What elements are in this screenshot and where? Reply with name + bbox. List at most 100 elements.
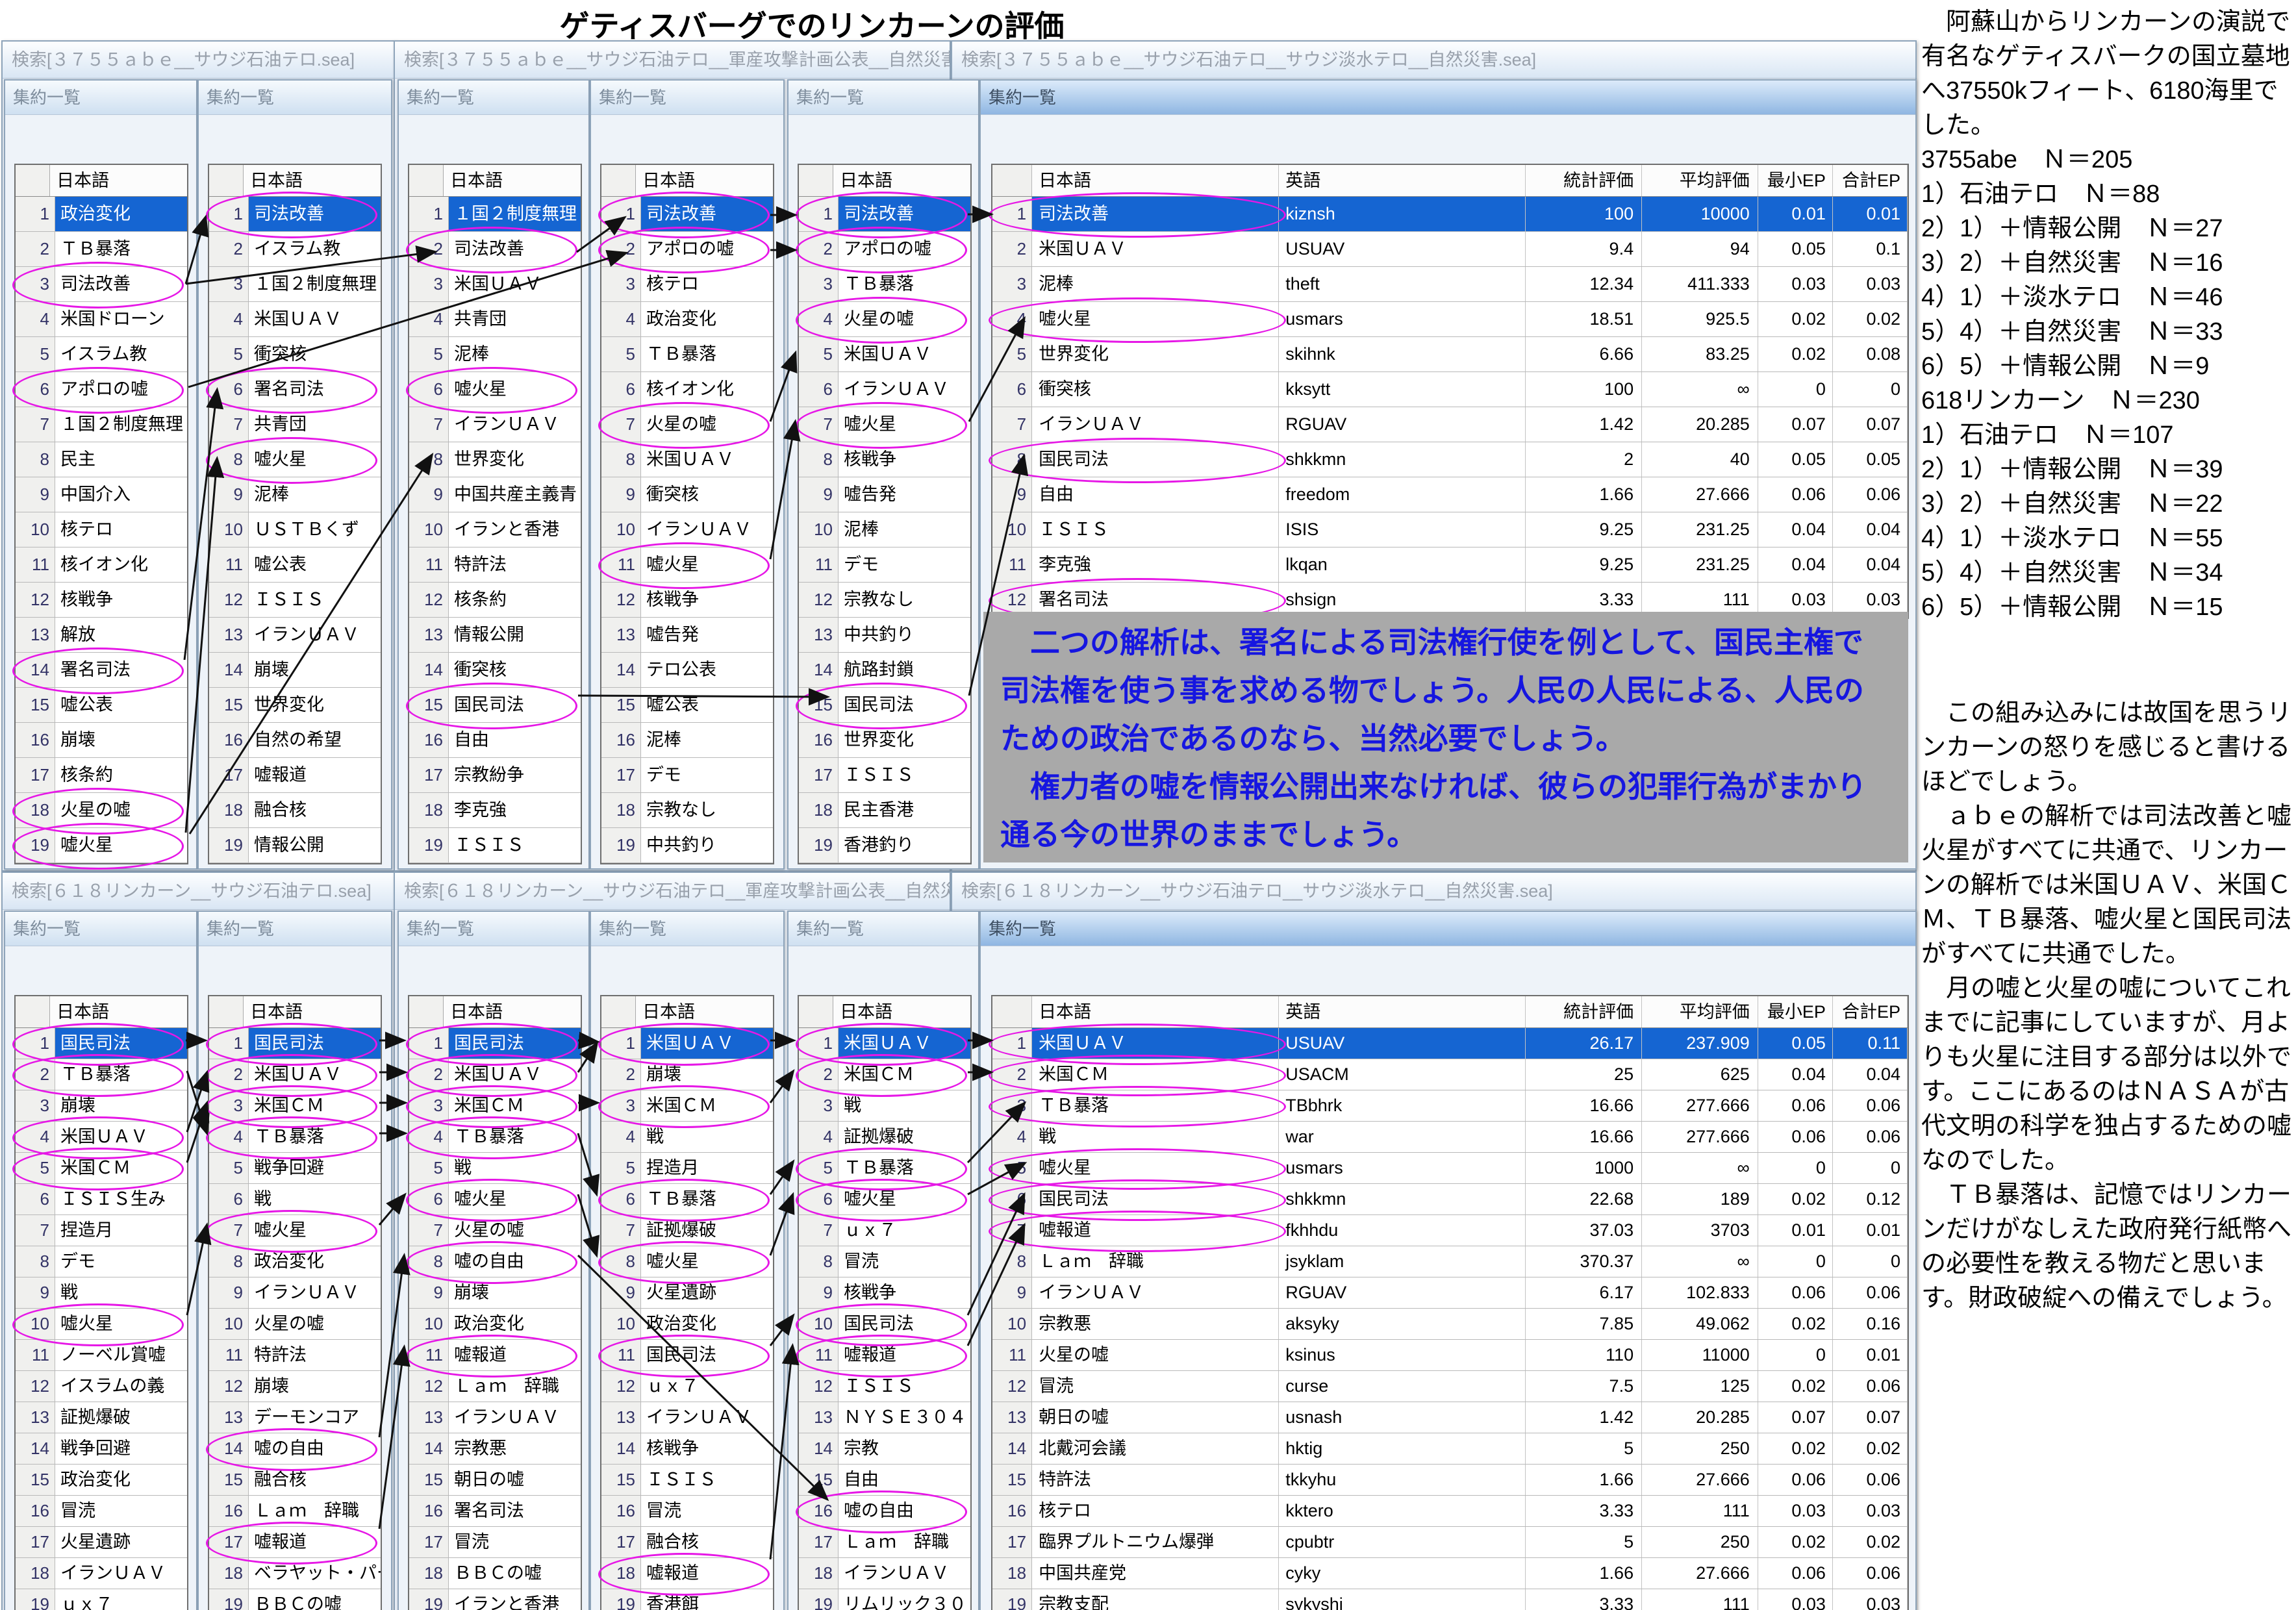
- table-row[interactable]: 7嘘報道fkhhdu37.0337030.010.01: [992, 1215, 1908, 1246]
- list-item[interactable]: 11核イオン化: [16, 547, 187, 583]
- list-item[interactable]: 18イランＵＡＶ: [16, 1558, 187, 1589]
- list-item[interactable]: 16崩壊: [16, 723, 187, 758]
- panel-caption[interactable]: 集約一覧: [591, 81, 783, 115]
- list-item[interactable]: 8米国ＵＡＶ: [601, 442, 773, 477]
- list-item[interactable]: 10イランと香港: [409, 512, 581, 547]
- list-item[interactable]: 13イランＵＡＶ: [409, 1402, 581, 1433]
- list-item[interactable]: 14嘘の自由: [209, 1433, 381, 1465]
- list-item[interactable]: 9泥棒: [209, 477, 381, 512]
- list-item[interactable]: 14戦争回避: [16, 1433, 187, 1465]
- list-item[interactable]: 1司法改善: [209, 197, 381, 232]
- list-item[interactable]: 7火星の嘘: [409, 1215, 581, 1246]
- list-item[interactable]: 5捏造月: [601, 1153, 773, 1184]
- list-item[interactable]: 1１国２制度無理: [409, 197, 581, 232]
- list-item[interactable]: 6嘘火星: [409, 372, 581, 407]
- list-item[interactable]: 4ＴＢ暴落: [209, 1122, 381, 1153]
- list-item[interactable]: 11特許法: [409, 547, 581, 583]
- list-item[interactable]: 11デモ: [799, 547, 970, 583]
- list-item[interactable]: 4共青団: [409, 302, 581, 337]
- list-item[interactable]: 3米国ＣＭ: [601, 1090, 773, 1122]
- table-row[interactable]: 3ＴＢ暴落TBbhrk16.66277.6660.060.06: [992, 1090, 1908, 1122]
- list-item[interactable]: 10嘘火星: [16, 1309, 187, 1340]
- panel-caption-active[interactable]: 集約一覧: [981, 81, 1915, 115]
- list-item[interactable]: 19リムリック３０４: [799, 1589, 970, 1610]
- table-row[interactable]: 11李克強lkqan9.25231.250.040.04: [992, 547, 1908, 583]
- list-item[interactable]: 6署名司法: [209, 372, 381, 407]
- list-item[interactable]: 11嘘公表: [209, 547, 381, 583]
- list-item[interactable]: 3米国ＣＭ: [409, 1090, 581, 1122]
- table-row[interactable]: 6国民司法shkkmn22.681890.020.12: [992, 1184, 1908, 1215]
- table-row[interactable]: 2米国ＵＡＶUSUAV9.4940.050.1: [992, 232, 1908, 267]
- table-row[interactable]: 14北戴河会議hktig52500.020.02: [992, 1433, 1908, 1465]
- list-item[interactable]: 18ベラヤット・パーク: [209, 1558, 381, 1589]
- list-item[interactable]: 2アポロの嘘: [601, 232, 773, 267]
- window-title-bar[interactable]: 検索[３７５５ａｂｅ__サウジ石油テロ__サウジ淡水テロ__自然災害.sea]: [952, 42, 1915, 79]
- list-item[interactable]: 3戦: [799, 1090, 970, 1122]
- list-item[interactable]: 8核戦争: [799, 442, 970, 477]
- list-item[interactable]: 15融合核: [209, 1465, 381, 1496]
- list-item[interactable]: 5衝突核: [209, 337, 381, 372]
- list-item[interactable]: 3核テロ: [601, 267, 773, 302]
- panel-caption[interactable]: 集約一覧: [788, 81, 978, 115]
- list-item[interactable]: 15国民司法: [799, 688, 970, 723]
- list-item[interactable]: 11嘘報道: [799, 1340, 970, 1371]
- list-item[interactable]: 14宗教悪: [409, 1433, 581, 1465]
- list-item[interactable]: 18宗教なし: [601, 793, 773, 828]
- table-row[interactable]: 5世界変化skihnk6.6683.250.020.08: [992, 337, 1908, 372]
- list-item[interactable]: 6核イオン化: [601, 372, 773, 407]
- list-item[interactable]: 4ＴＢ暴落: [409, 1122, 581, 1153]
- list-item[interactable]: 6嘘火星: [799, 1184, 970, 1215]
- panel-caption[interactable]: 集約一覧: [199, 81, 391, 115]
- list-item[interactable]: 12Ｌａｍ 辞職: [409, 1371, 581, 1402]
- panel-caption-active[interactable]: 集約一覧: [981, 912, 1915, 946]
- list-item[interactable]: 16嘘の自由: [799, 1496, 970, 1527]
- list-item[interactable]: 16署名司法: [409, 1496, 581, 1527]
- list-item[interactable]: 2司法改善: [409, 232, 581, 267]
- list-item[interactable]: 9崩壊: [409, 1277, 581, 1309]
- list-item[interactable]: 2アポロの嘘: [799, 232, 970, 267]
- list-item[interactable]: 11嘘火星: [601, 547, 773, 583]
- list-item[interactable]: 12崩壊: [209, 1371, 381, 1402]
- list-item[interactable]: 10イランＵＡＶ: [601, 512, 773, 547]
- window-title-bar[interactable]: 検索[６１８リンカーン__サウジ石油テロ.sea]: [3, 873, 394, 910]
- list-item[interactable]: 19香港釣り: [799, 828, 970, 863]
- list-item[interactable]: 19香港餌: [601, 1589, 773, 1610]
- list-item[interactable]: 19イランと香港: [409, 1589, 581, 1610]
- list-item[interactable]: 9火星遺跡: [601, 1277, 773, 1309]
- list-item[interactable]: 5ＴＢ暴落: [799, 1153, 970, 1184]
- list-item[interactable]: 5イスラム教: [16, 337, 187, 372]
- list-item[interactable]: 13解放: [16, 618, 187, 653]
- list-item[interactable]: 3崩壊: [16, 1090, 187, 1122]
- list-item[interactable]: 14衝突核: [409, 653, 581, 688]
- table-row[interactable]: 10ＩＳＩＳISIS9.25231.250.040.04: [992, 512, 1908, 547]
- list-item[interactable]: 8世界変化: [409, 442, 581, 477]
- list-item[interactable]: 4米国ドローン: [16, 302, 187, 337]
- list-item[interactable]: 12イスラムの義: [16, 1371, 187, 1402]
- column-header[interactable]: 英語: [1279, 996, 1526, 1027]
- list-item[interactable]: 11特許法: [209, 1340, 381, 1371]
- table-row[interactable]: 11火星の嘘ksinus1101100000.01: [992, 1340, 1908, 1371]
- list-item[interactable]: 6アポロの嘘: [16, 372, 187, 407]
- column-header[interactable]: 合計EP: [1833, 996, 1908, 1027]
- list-item[interactable]: 11ノーベル賞嘘: [16, 1340, 187, 1371]
- list-item[interactable]: 18李克強: [409, 793, 581, 828]
- list-item[interactable]: 10火星の嘘: [209, 1309, 381, 1340]
- table-row[interactable]: 2米国ＣＭUSACM256250.040.04: [992, 1059, 1908, 1090]
- list-item[interactable]: 7捏造月: [16, 1215, 187, 1246]
- list-item[interactable]: 2米国ＣＭ: [799, 1059, 970, 1090]
- list-item[interactable]: 7火星の嘘: [601, 407, 773, 442]
- table-row[interactable]: 3泥棒theft12.34411.3330.030.03: [992, 267, 1908, 302]
- list-item[interactable]: 17核条約: [16, 758, 187, 793]
- list-item[interactable]: 12ＩＳＩＳ: [799, 1371, 970, 1402]
- list-item[interactable]: 16冒涜: [16, 1496, 187, 1527]
- panel-caption[interactable]: 集約一覧: [399, 81, 588, 115]
- list-item[interactable]: 7証拠爆破: [601, 1215, 773, 1246]
- list-item[interactable]: 4政治変化: [601, 302, 773, 337]
- list-item[interactable]: 1政治変化: [16, 197, 187, 232]
- list-item[interactable]: 18イランＵＡＶ: [799, 1558, 970, 1589]
- list-item[interactable]: 16Ｌａｍ 辞職: [209, 1496, 381, 1527]
- list-item[interactable]: 10政治変化: [601, 1309, 773, 1340]
- list-item[interactable]: 13証拠爆破: [16, 1402, 187, 1433]
- column-header[interactable]: 合計EP: [1833, 165, 1908, 196]
- list-item[interactable]: 14崩壊: [209, 653, 381, 688]
